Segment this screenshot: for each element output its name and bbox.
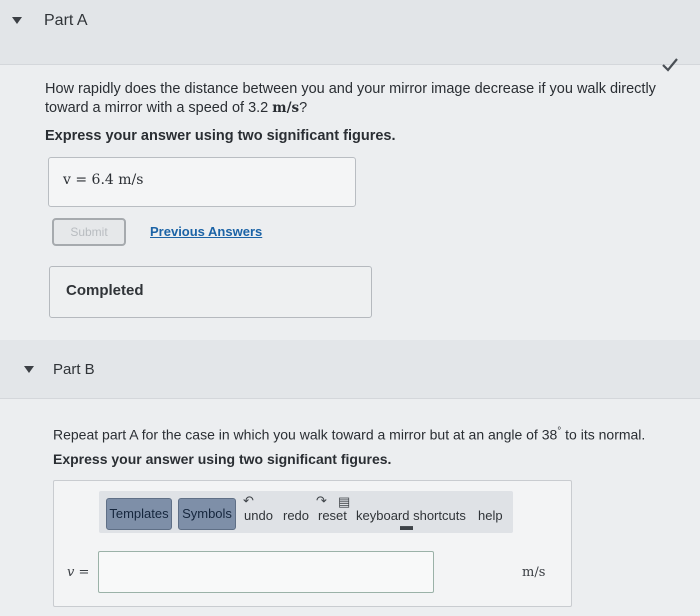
variable-label: v = [67, 565, 90, 580]
redo-button[interactable]: redo [283, 508, 309, 523]
redo-icon: ↷ [316, 493, 327, 508]
completed-status: Completed [66, 282, 144, 299]
part-a-instruction: Express your answer using two significan… [45, 128, 396, 144]
submit-button[interactable]: Submit [52, 218, 126, 246]
part-a-header[interactable]: Part A [0, 0, 700, 65]
part-b-header[interactable]: Part B [0, 340, 700, 399]
part-a-label: Part A [44, 12, 88, 29]
reset-button[interactable]: reset [318, 508, 347, 523]
checkmark-icon [662, 58, 678, 72]
collapse-triangle-icon[interactable] [12, 17, 22, 24]
answer-input[interactable] [98, 551, 434, 593]
part-b-question: Repeat part A for the case in which you … [53, 426, 646, 443]
unit-label: m/s [522, 565, 546, 580]
part-b-label: Part B [53, 361, 95, 378]
undo-button[interactable]: undo [244, 508, 273, 523]
part-a-answer: v = 6.4 m/s [63, 172, 144, 188]
symbols-button[interactable]: Symbols [178, 498, 236, 530]
help-button[interactable]: help [478, 508, 503, 523]
part-a-question: How rapidly does the distance between yo… [45, 81, 656, 116]
previous-answers-link[interactable]: Previous Answers [150, 224, 262, 239]
collapse-triangle-icon[interactable] [24, 366, 34, 373]
part-b-instruction: Express your answer using two significan… [53, 451, 392, 467]
templates-button[interactable]: Templates [106, 498, 172, 530]
keyboard-shortcuts-button[interactable]: keyboard shortcuts [356, 508, 466, 523]
part-a-answer-box: v = 6.4 m/s [48, 157, 356, 207]
undo-icon: ↶ [243, 493, 254, 508]
completed-status-box: Completed [49, 266, 372, 318]
